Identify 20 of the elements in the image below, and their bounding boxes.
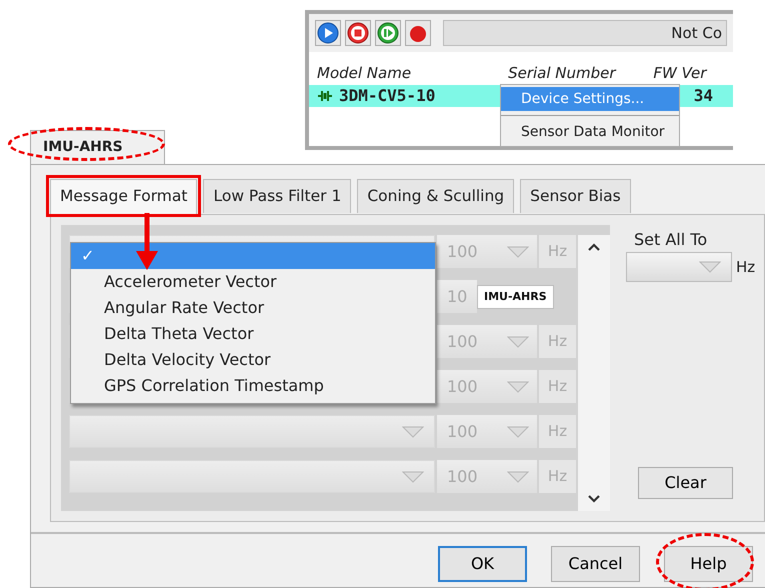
model-name-cell-text: 3DM-CV5-10 xyxy=(339,84,436,106)
unit-label: Hz xyxy=(539,235,576,268)
column-header: FW Ver xyxy=(653,63,708,84)
set-all-label: Set All To xyxy=(634,229,708,251)
column-header: Serial Number xyxy=(508,63,618,84)
rate-value: 100 xyxy=(447,466,478,488)
column-header: Model Name xyxy=(317,63,412,84)
unit-label: Hz xyxy=(539,325,576,358)
unit-label: Hz xyxy=(539,460,576,493)
tab-label: IMU-AHRS xyxy=(477,284,554,308)
rate-value: 100 xyxy=(447,240,478,262)
unit-label: Hz xyxy=(539,370,576,403)
rate-value: 100 xyxy=(447,376,478,398)
unit-label: Hz xyxy=(539,415,576,448)
rate-value: 100 xyxy=(447,420,478,442)
fw-version-cell-text: 34 xyxy=(694,84,713,106)
rate-value: 100 xyxy=(447,330,478,352)
unit-label: Hz xyxy=(736,256,756,278)
status-field: Not Co xyxy=(443,20,727,46)
rate-value: 10 xyxy=(447,286,468,308)
